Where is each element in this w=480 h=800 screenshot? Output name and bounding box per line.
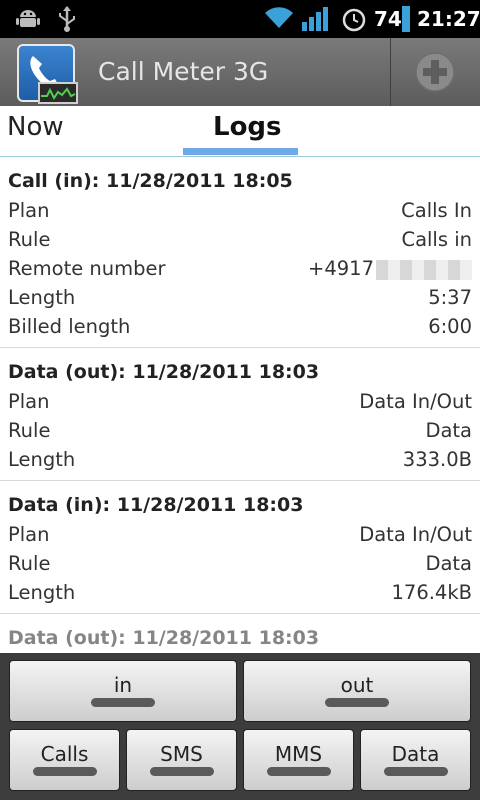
add-icon [415, 52, 455, 96]
filter-mms-button[interactable]: MMS [243, 729, 354, 791]
filter-in-label: in [113, 673, 133, 697]
log-entry-title: Call (in): 11/28/2011 18:05 [8, 170, 293, 192]
filter-out-button[interactable]: out [243, 660, 471, 722]
filter-sms-button[interactable]: SMS [126, 729, 237, 791]
log-row-rule: Rule Calls in [8, 228, 472, 251]
tab-logs[interactable]: Logs [213, 112, 282, 142]
battery-percent: 74 [374, 7, 402, 31]
signal-icon [301, 6, 329, 36]
log-entry[interactable]: Data (in): 11/28/2011 18:03 Plan Data In/… [0, 481, 480, 614]
log-row-rule: Rule Data [8, 552, 472, 575]
battery-icon [402, 6, 410, 36]
log-entry-title: Data (out): 11/28/2011 18:03 [8, 361, 320, 383]
alarm-icon [341, 6, 367, 36]
title-bar: Call Meter 3G [0, 38, 480, 106]
filter-calls-label: Calls [40, 742, 89, 766]
graph-icon [38, 82, 78, 104]
filter-data-label: Data [391, 742, 440, 766]
log-row-length: Length 5:37 [8, 286, 472, 309]
filter-data-button[interactable]: Data [360, 729, 471, 791]
toggle-indicator [325, 698, 389, 707]
log-list[interactable]: Call (in): 11/28/2011 18:05 Plan Calls In… [0, 157, 480, 653]
filter-sms-label: SMS [160, 742, 203, 766]
log-entry[interactable]: Data (out): 11/28/2011 18:03 [0, 614, 480, 653]
log-row-rule: Rule Data [8, 419, 472, 442]
log-row-plan: Plan Calls In [8, 199, 472, 222]
log-entry[interactable]: Call (in): 11/28/2011 18:05 Plan Calls In… [0, 157, 480, 348]
log-row-length: Length 333.0B [8, 448, 472, 471]
redacted-digits [376, 259, 472, 280]
log-entry-title: Data (in): 11/28/2011 18:03 [8, 494, 304, 516]
filter-calls-button[interactable]: Calls [9, 729, 120, 791]
filter-mms-label: MMS [274, 742, 323, 766]
clock: 21:27 [417, 7, 480, 31]
tab-now[interactable]: Now [7, 112, 64, 142]
add-button[interactable] [391, 38, 480, 106]
filter-out-label: out [340, 673, 374, 697]
log-entry-title: Data (out): 11/28/2011 18:03 [8, 627, 320, 649]
android-debug-icon [15, 5, 41, 35]
filter-in-button[interactable]: in [9, 660, 237, 722]
toggle-indicator [266, 767, 331, 776]
wifi-icon [264, 6, 294, 34]
tab-indicator [183, 148, 298, 155]
log-row-plan: Plan Data In/Out [8, 390, 472, 413]
log-row-length: Length 176.4kB [8, 581, 472, 604]
toggle-indicator [383, 767, 448, 776]
tab-bar: Now Logs [0, 106, 480, 157]
log-entry[interactable]: Data (out): 11/28/2011 18:03 Plan Data In… [0, 348, 480, 481]
app-title: Call Meter 3G [98, 57, 269, 86]
toggle-indicator [149, 767, 214, 776]
remote-number-value: +4917 [308, 257, 374, 280]
status-bar: 74 21:27 [0, 0, 480, 38]
log-row-remote-number: Remote number +4917 [8, 254, 472, 283]
log-row-billed-length: Billed length 6:00 [8, 315, 472, 338]
filter-panel: in out Calls SMS MMS Data [0, 653, 480, 800]
toggle-indicator [32, 767, 97, 776]
log-row-plan: Plan Data In/Out [8, 523, 472, 546]
usb-icon [56, 5, 78, 37]
toggle-indicator [91, 698, 155, 707]
